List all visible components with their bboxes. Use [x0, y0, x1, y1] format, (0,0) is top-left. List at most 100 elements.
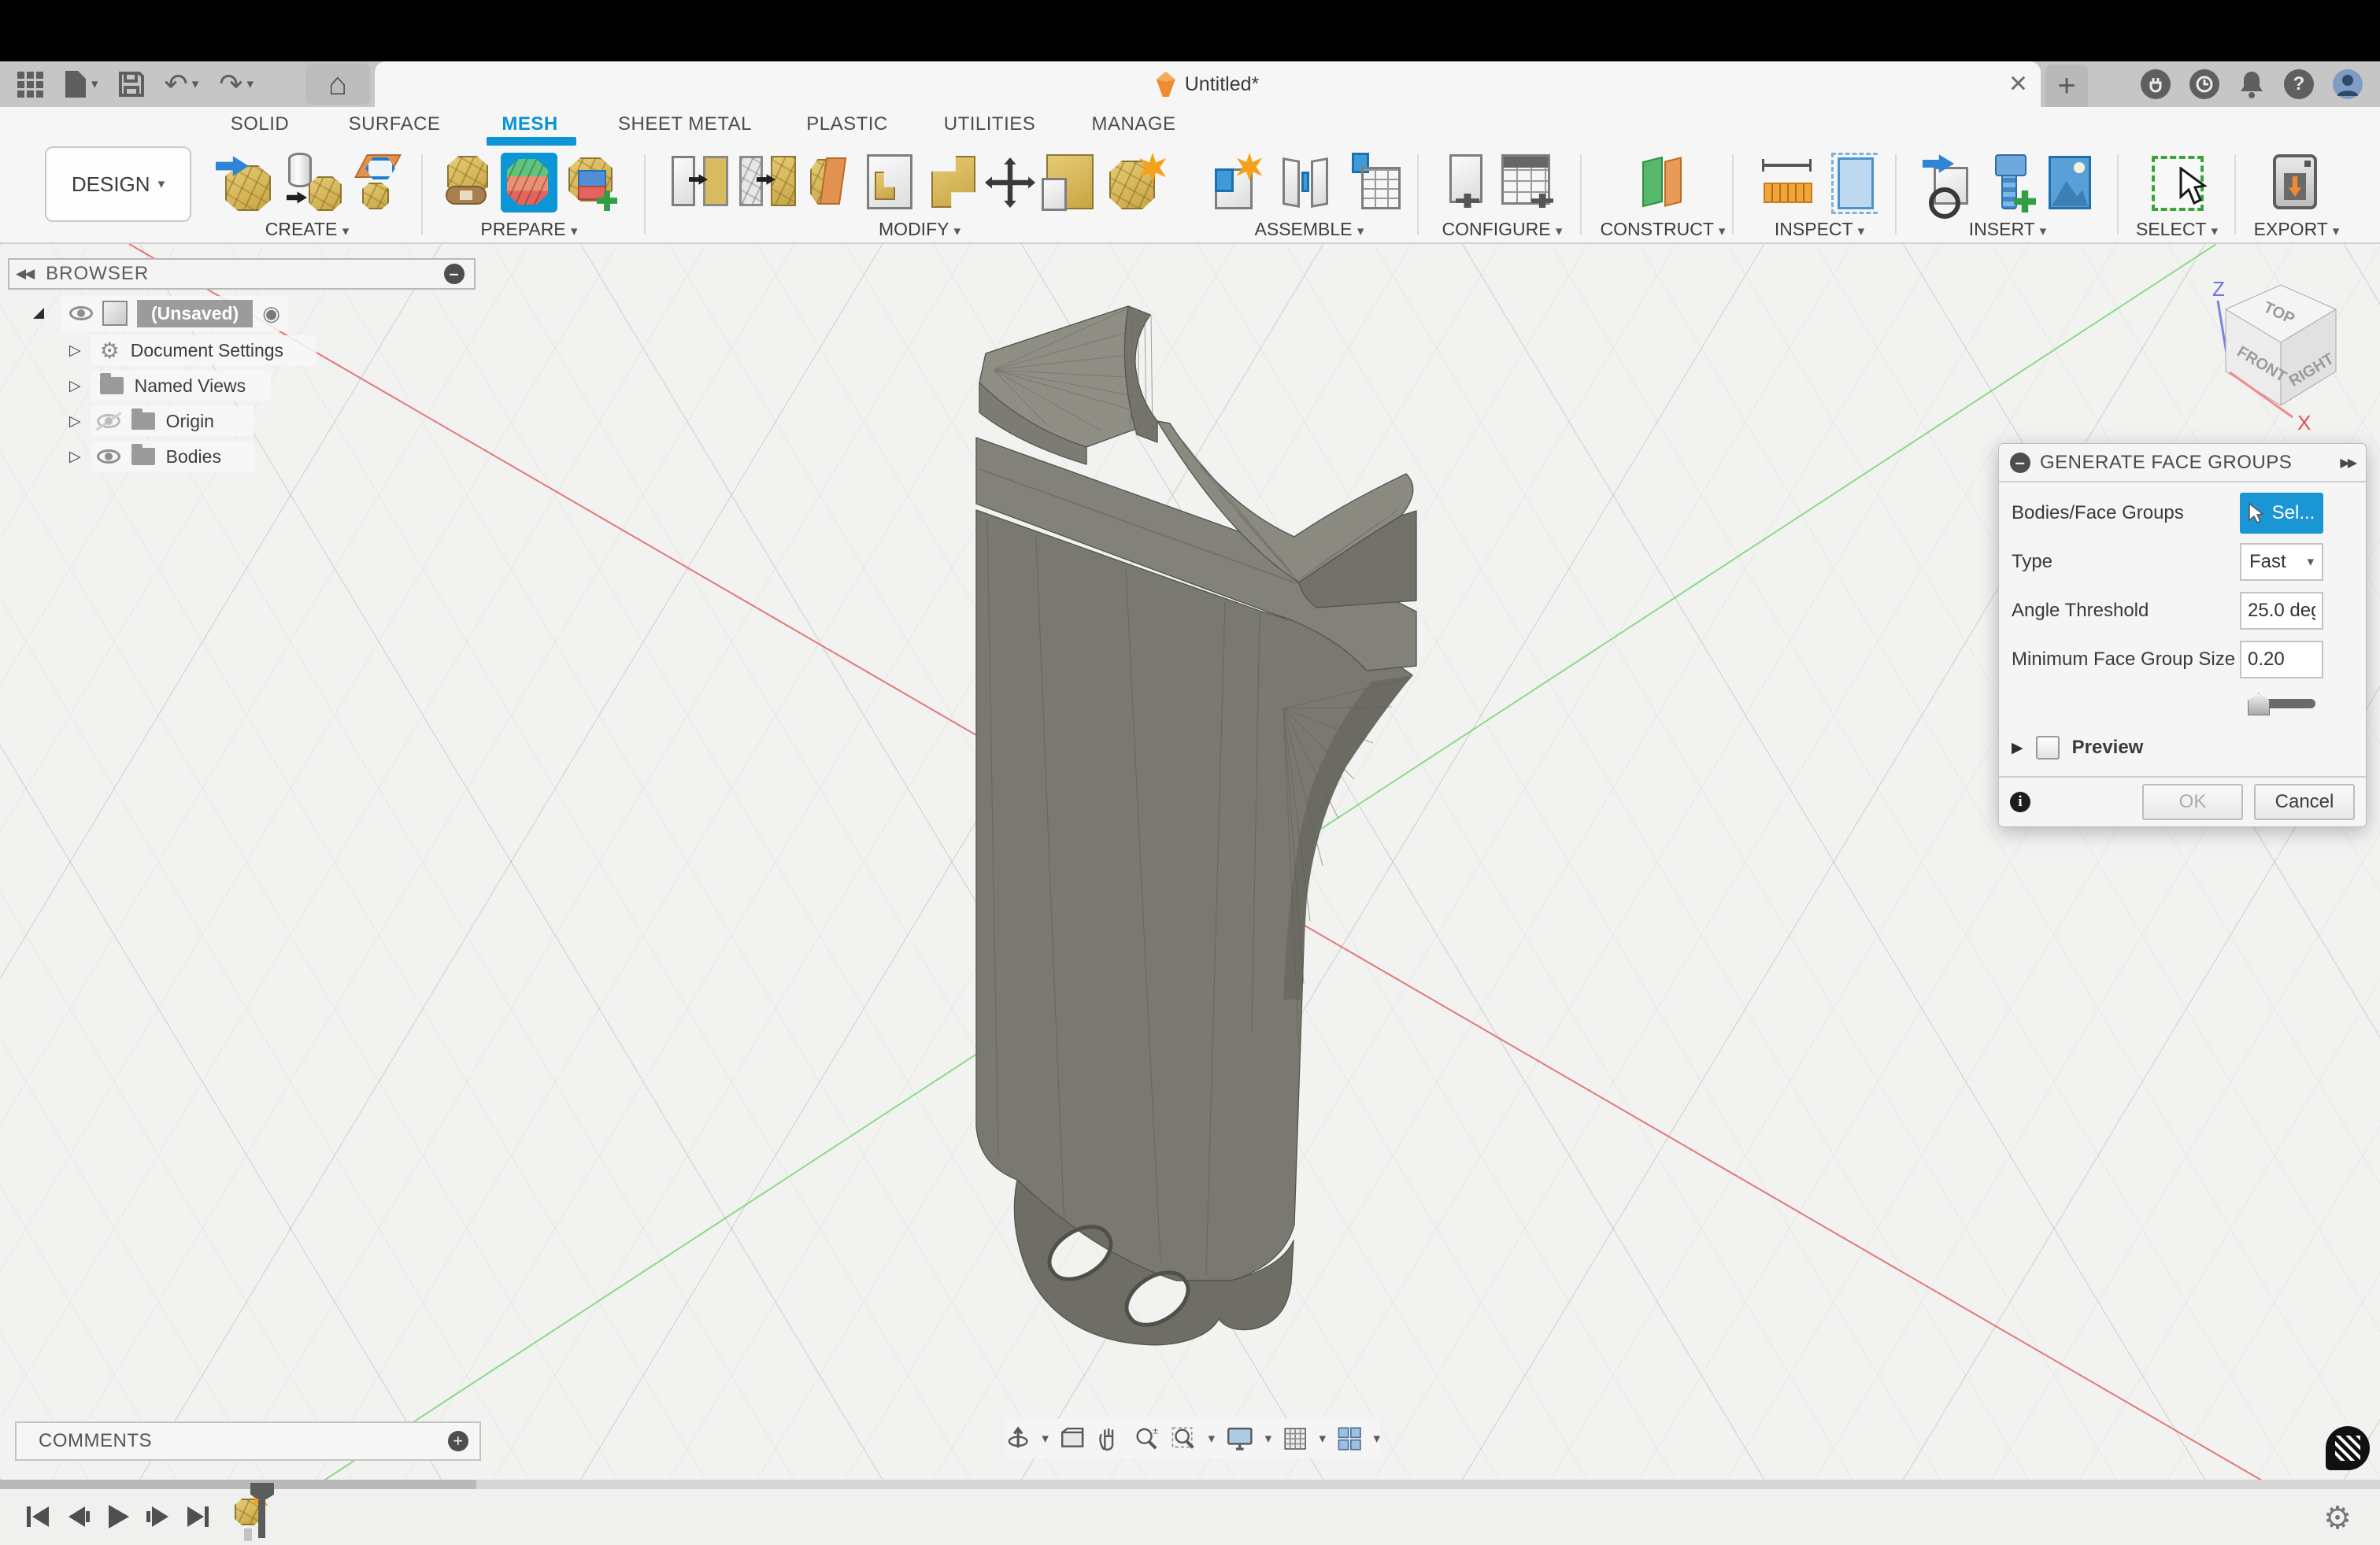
orbit-tool-icon[interactable] — [1005, 1423, 1031, 1454]
step-back-button[interactable] — [68, 1506, 90, 1527]
tab-surface[interactable]: SURFACE — [349, 113, 441, 135]
ok-button[interactable]: OK — [2142, 784, 2243, 820]
redo-button[interactable]: ↷ ▾ — [219, 68, 254, 101]
tab-mesh[interactable]: MESH — [502, 113, 557, 135]
comments-bar[interactable]: COMMENTS + — [15, 1421, 481, 1461]
add-comment-icon[interactable]: + — [448, 1431, 468, 1451]
tree-collapsed-icon[interactable]: ▷ — [69, 377, 81, 395]
root-document-label[interactable]: (Unsaved) — [137, 300, 253, 327]
new-tab-button[interactable]: + — [2045, 65, 2088, 107]
configuration-icon[interactable] — [1445, 153, 1492, 213]
display-settings-caret[interactable]: ▾ — [1265, 1431, 1272, 1447]
dialog-header[interactable]: – GENERATE FACE GROUPS ▶▶ — [1999, 444, 2366, 482]
timeline-playhead[interactable] — [250, 1483, 274, 1502]
construction-plane-icon[interactable] — [1633, 153, 1693, 213]
visibility-off-eye-icon[interactable] — [97, 414, 120, 428]
browser-display-mode-icon[interactable]: – — [444, 264, 465, 284]
convert-mesh-icon[interactable] — [1108, 153, 1168, 213]
slider-handle[interactable] — [2248, 693, 2270, 715]
display-settings-icon[interactable] — [1226, 1423, 1254, 1454]
inspect-group-label[interactable]: INSPECT ▾ — [1746, 219, 1893, 240]
tab-sheet-metal[interactable]: SHEET METAL — [618, 113, 752, 135]
viewports-icon[interactable] — [1337, 1423, 1362, 1454]
min-face-group-size-input[interactable] — [2240, 641, 2323, 678]
select-group-label[interactable]: SELECT ▾ — [2126, 219, 2228, 240]
insert-fastener-icon[interactable] — [1990, 153, 2038, 213]
workspace-selector[interactable]: DESIGN▾ — [45, 146, 191, 222]
play-button[interactable] — [109, 1505, 129, 1528]
notifications-bell-icon[interactable] — [2238, 70, 2265, 98]
activate-radio-icon[interactable]: ◉ — [262, 301, 280, 326]
create-group-label[interactable]: CREATE ▾ — [206, 219, 408, 240]
tab-utilities[interactable]: UTILITIES — [944, 113, 1036, 135]
undo-caret[interactable]: ▾ — [192, 76, 199, 92]
zoom-tool-icon[interactable]: ± — [1133, 1423, 1160, 1454]
skip-to-start-button[interactable] — [27, 1506, 49, 1527]
orbit-caret[interactable]: ▾ — [1042, 1431, 1049, 1447]
insert-mesh-icon[interactable] — [216, 153, 276, 213]
grid-caret[interactable]: ▾ — [1320, 1431, 1327, 1447]
file-menu-button[interactable]: ▾ — [64, 69, 98, 99]
reduce-icon[interactable] — [739, 153, 799, 213]
tree-collapsed-icon[interactable]: ▷ — [69, 412, 81, 431]
zoom-window-caret[interactable]: ▾ — [1209, 1431, 1216, 1447]
plane-cut-icon[interactable] — [807, 153, 854, 213]
home-view-button[interactable]: ⌂ — [305, 64, 370, 105]
construct-group-label[interactable]: CONSTRUCT ▾ — [1600, 219, 1726, 240]
view-cube[interactable]: Z TOP FRONT RIGHT X — [2197, 275, 2370, 456]
document-tab[interactable]: Untitled* ✕ — [375, 61, 2041, 107]
save-button[interactable] — [119, 72, 144, 97]
move-icon[interactable] — [985, 153, 1032, 213]
generate-face-groups-icon[interactable] — [499, 153, 559, 213]
user-avatar[interactable] — [2333, 69, 2363, 99]
job-status-icon[interactable] — [2189, 69, 2219, 99]
3d-print-icon[interactable] — [2267, 153, 2326, 213]
tree-collapsed-icon[interactable]: ▷ — [69, 342, 81, 360]
tree-collapsed-icon[interactable]: ▷ — [69, 448, 81, 466]
tree-expanded-icon[interactable] — [33, 308, 44, 319]
timeline-scroll-strip[interactable] — [0, 1480, 2380, 1489]
close-tab-icon[interactable]: ✕ — [2008, 71, 2028, 98]
create-mesh-section-icon[interactable] — [351, 153, 398, 213]
create-mesh-icon[interactable] — [283, 153, 343, 213]
collapse-browser-icon[interactable]: ◀◀ — [16, 266, 33, 282]
assemble-group-label[interactable]: ASSEMBLE ▾ — [1209, 219, 1409, 240]
skip-to-end-button[interactable] — [187, 1506, 209, 1527]
redo-caret[interactable]: ▾ — [246, 76, 254, 92]
combine-icon[interactable] — [930, 153, 977, 213]
grid-snap-icon[interactable] — [1283, 1423, 1308, 1454]
browser-item-bodies[interactable]: ▷ Bodies — [91, 442, 254, 471]
tab-solid[interactable]: SOLID — [231, 113, 290, 135]
browser-item-document-settings[interactable]: ▷ ⚙ Document Settings — [91, 335, 316, 365]
preview-checkbox[interactable] — [2036, 736, 2060, 760]
preview-expand-icon[interactable]: ▶ — [2012, 739, 2023, 757]
browser-item-origin[interactable]: ▷ Origin — [91, 406, 254, 436]
info-icon[interactable]: i — [2010, 792, 2030, 812]
export-group-label[interactable]: EXPORT ▾ — [2245, 219, 2348, 240]
assistant-bubble[interactable] — [2326, 1426, 2370, 1470]
visibility-eye-icon[interactable] — [97, 449, 120, 464]
timeline-settings-gear-icon[interactable]: ⚙ — [2323, 1500, 2352, 1536]
tab-manage[interactable]: MANAGE — [1091, 113, 1175, 135]
browser-item-named-views[interactable]: ▷ Named Views — [91, 371, 271, 401]
canvas-icon[interactable] — [2045, 153, 2093, 213]
modify-group-label[interactable]: MODIFY ▾ — [650, 219, 1189, 240]
angle-threshold-input[interactable] — [2240, 592, 2323, 630]
insert-derive-icon[interactable] — [1923, 153, 1982, 213]
look-at-tool-icon[interactable] — [1060, 1423, 1085, 1454]
visibility-eye-icon[interactable] — [69, 306, 93, 320]
browser-root-row[interactable]: (Unsaved) ◉ — [33, 298, 288, 329]
configure-group-label[interactable]: CONFIGURE ▾ — [1431, 219, 1573, 240]
dialog-collapse-icon[interactable]: – — [2010, 453, 2030, 473]
cancel-button[interactable]: Cancel — [2254, 784, 2355, 820]
prepare-group-label[interactable]: PREPARE ▾ — [428, 219, 630, 240]
viewport-canvas[interactable]: Z TOP FRONT RIGHT X ◀◀ BROWSER – (Unsave… — [0, 244, 2380, 1480]
dialog-pin-icon[interactable]: ▶▶ — [2340, 455, 2355, 471]
insert-group-label[interactable]: INSERT ▾ — [1905, 219, 2110, 240]
viewports-caret[interactable]: ▾ — [1373, 1431, 1380, 1447]
browser-header[interactable]: ◀◀ BROWSER – — [8, 258, 476, 290]
zoom-window-tool-icon[interactable] — [1171, 1423, 1197, 1454]
mesh-body-model[interactable] — [976, 306, 1416, 1345]
tab-plastic[interactable]: PLASTIC — [806, 113, 888, 135]
joint-icon[interactable] — [1279, 153, 1339, 213]
